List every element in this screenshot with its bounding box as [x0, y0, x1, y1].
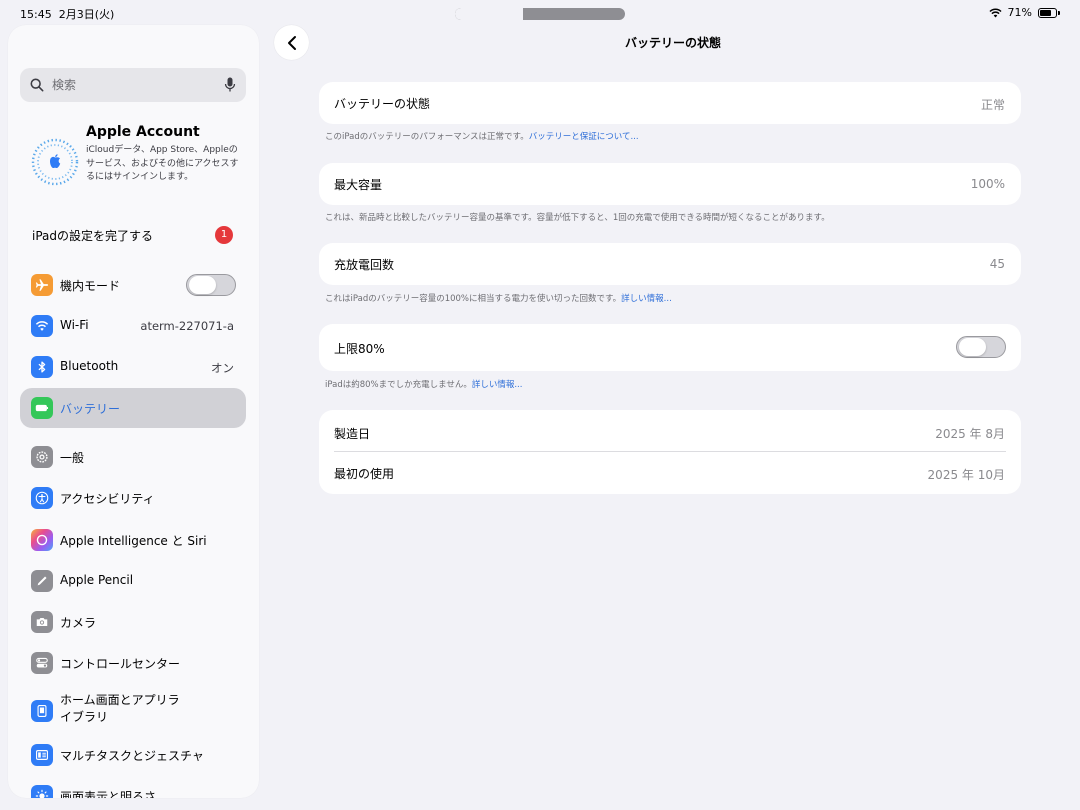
sidebar-item-label: マルチタスクとジェスチャ	[60, 749, 204, 763]
wifi-network-name: aterm-227071-a	[140, 319, 234, 333]
page-title: バッテリーの状態	[624, 36, 721, 50]
brightness-icon	[31, 785, 53, 798]
microphone-icon[interactable]	[224, 77, 236, 93]
multitasking-handle[interactable]	[455, 8, 625, 20]
camera-icon	[31, 611, 53, 633]
charge-limit-card: 上限80%	[319, 324, 1021, 371]
status-indicators: 71%	[989, 6, 1060, 19]
cycle-count-value: 45	[989, 257, 1005, 271]
sidebar-item-apple-pencil[interactable]: Apple Pencil	[20, 561, 246, 601]
sidebar-item-multitasking[interactable]: マルチタスクとジェスチャ	[20, 735, 246, 775]
manufacture-date-row: 製造日 2025 年 8月	[319, 410, 1021, 452]
battery-status-icon	[1038, 7, 1060, 18]
charge-limit-row: 上限80%	[319, 324, 1021, 371]
sidebar-item-accessibility[interactable]: アクセシビリティ	[20, 478, 246, 518]
status-date: 2月3日(火)	[58, 8, 115, 21]
first-use-value: 2025 年 10月	[927, 468, 1005, 482]
sidebar-item-label: カメラ	[60, 616, 97, 630]
sidebar-item-airplane-mode[interactable]: 機内モード	[20, 265, 246, 305]
gear-icon	[31, 446, 53, 468]
sidebar-item-apple-intelligence-siri[interactable]: Apple Intelligence と Siri	[20, 520, 246, 560]
sidebar-item-display-brightness[interactable]: 画面表示と明るさ	[20, 776, 246, 798]
search-input[interactable]	[52, 78, 224, 92]
sidebar-item-label: ホーム画面とアプリライブラリ	[60, 693, 180, 724]
battery-condition-row[interactable]: バッテリーの状態 正常	[319, 82, 1021, 124]
sidebar-item-label: Apple Pencil	[60, 573, 134, 587]
sidebar-item-label: バッテリー	[60, 402, 121, 416]
battery-condition-note: このiPadのバッテリーのパフォーマンスは正常です。バッテリーと保証について..…	[325, 132, 639, 142]
charge-limit-info-link[interactable]: 詳しい情報...	[472, 380, 523, 390]
cycle-count-label: 充放電回数	[334, 258, 395, 272]
charge-limit-toggle[interactable]	[956, 336, 1006, 358]
apple-account-signin[interactable]: Apple Account iCloudデータ、App Store、Appleの…	[20, 123, 246, 203]
cycle-count-row: 充放電回数 45	[319, 243, 1021, 285]
settings-sidebar: Apple Account iCloudデータ、App Store、Appleの…	[8, 25, 259, 798]
home-screen-icon	[31, 700, 53, 722]
airplane-mode-toggle[interactable]	[186, 274, 236, 296]
battery-warranty-link[interactable]: バッテリーと保証について...	[529, 132, 639, 142]
battery-icon	[31, 397, 53, 419]
battery-condition-label: バッテリーの状態	[334, 97, 431, 111]
maximum-capacity-card: 最大容量 100%	[319, 163, 1021, 205]
bluetooth-status: オン	[211, 361, 234, 375]
maximum-capacity-value: 100%	[970, 177, 1005, 191]
notification-badge: 1	[215, 226, 233, 244]
sidebar-item-label: Wi-Fi	[60, 318, 89, 332]
sidebar-item-camera[interactable]: カメラ	[20, 602, 246, 642]
search-icon	[30, 78, 44, 92]
back-button[interactable]	[274, 25, 309, 60]
wifi-status-icon	[989, 8, 1002, 17]
airplane-icon	[31, 274, 53, 296]
status-bar: 15:45 2月3日(火) 71%	[0, 0, 1080, 24]
pencil-icon	[31, 570, 53, 592]
sidebar-item-home-screen[interactable]: ホーム画面とアプリライブラリ	[20, 689, 246, 733]
sidebar-item-wifi[interactable]: Wi-Fi aterm-227071-a	[20, 306, 246, 346]
first-use-row: 最初の使用 2025 年 10月	[319, 452, 1021, 494]
sidebar-item-label: Apple Intelligence と Siri	[60, 534, 207, 548]
cycle-count-card: 充放電回数 45	[319, 243, 1021, 285]
cycle-count-note: これはiPadのバッテリー容量の100%に相当する電力を使い切った回数です。詳し…	[325, 294, 672, 304]
multitasking-handle-left	[455, 8, 523, 20]
sidebar-item-label: Bluetooth	[60, 359, 119, 373]
maximum-capacity-row: 最大容量 100%	[319, 163, 1021, 205]
battery-condition-card: バッテリーの状態 正常	[319, 82, 1021, 124]
status-time: 15:45 2月3日(火)	[20, 8, 115, 21]
sidebar-item-control-center[interactable]: コントロールセンター	[20, 643, 246, 683]
finish-setup-label: iPadの設定を完了する	[32, 229, 154, 243]
account-name: Apple Account	[86, 124, 200, 140]
sidebar-item-battery[interactable]: バッテリー	[20, 388, 246, 428]
sidebar-item-general[interactable]: 一般	[20, 437, 246, 477]
maximum-capacity-label: 最大容量	[334, 178, 383, 192]
maximum-capacity-note: これは、新品時と比較したバッテリー容量の基準です。容量が低下すると、1回の充電で…	[325, 213, 830, 223]
search-bar[interactable]	[20, 68, 246, 102]
sidebar-item-label: 画面表示と明るさ	[60, 790, 157, 798]
sidebar-item-label: コントロールセンター	[60, 657, 181, 671]
battery-condition-value: 正常	[980, 98, 1005, 112]
apple-account-avatar-icon	[31, 138, 79, 186]
account-description: iCloudデータ、App Store、Appleのサービス、およびその他にアク…	[86, 145, 239, 182]
manufacture-date-value: 2025 年 8月	[935, 427, 1005, 441]
first-use-label: 最初の使用	[334, 467, 395, 481]
sidebar-item-bluetooth[interactable]: Bluetooth オン	[20, 347, 246, 387]
wifi-icon	[31, 315, 53, 337]
finish-setup-row[interactable]: iPadの設定を完了する 1	[20, 223, 246, 247]
cycle-count-info-link[interactable]: 詳しい情報...	[621, 294, 672, 304]
sidebar-item-label: 機内モード	[60, 279, 121, 293]
charge-limit-note: iPadは約80%までしか充電しません。詳しい情報...	[325, 380, 523, 390]
manufacture-date-label: 製造日	[334, 427, 371, 441]
bluetooth-icon	[31, 356, 53, 378]
sidebar-item-label: アクセシビリティ	[60, 492, 155, 506]
multitask-icon	[31, 744, 53, 766]
charge-limit-label: 上限80%	[334, 342, 385, 356]
sidebar-item-label: 一般	[60, 451, 85, 465]
battery-percent: 71%	[1007, 6, 1032, 19]
siri-icon	[31, 529, 53, 551]
chevron-left-icon	[287, 35, 296, 50]
accessibility-icon	[31, 487, 53, 509]
battery-dates-card: 製造日 2025 年 8月 最初の使用 2025 年 10月	[319, 410, 1021, 494]
control-center-icon	[31, 652, 53, 674]
